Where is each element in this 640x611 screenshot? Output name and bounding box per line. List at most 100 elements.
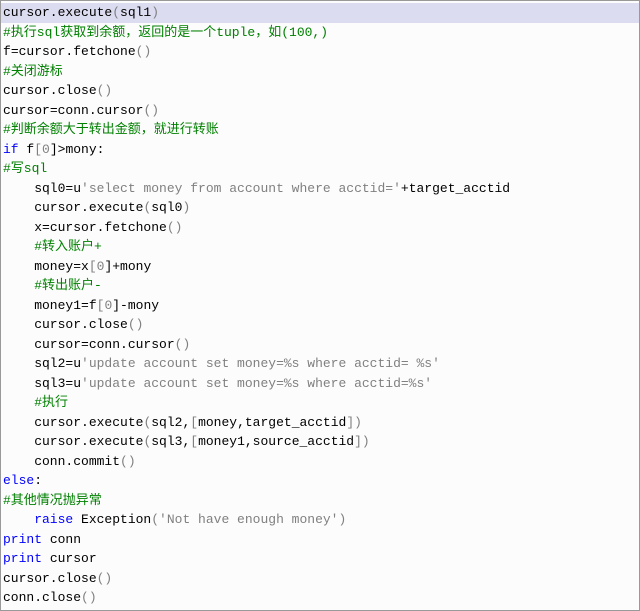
code-token: money1,source_acctid [198,434,354,449]
code-token: money1 [3,298,81,313]
code-line: cursor=conn.cursor() [1,335,639,355]
code-comment: #其他情况抛异常 [3,493,102,508]
code-token: () [81,590,97,605]
code-token: cursor.close [3,83,97,98]
code-token: conn.commit [3,454,120,469]
code-token: [ [89,259,97,274]
code-line: conn.close() [1,588,639,608]
code-token: money [3,259,73,274]
code-line: #关闭游标 [1,62,639,82]
code-token: cursor.execute [3,200,143,215]
code-comment: #转出账户- [3,278,102,293]
code-token: sql2, [151,415,190,430]
code-keyword: else [3,473,34,488]
code-line: else: [1,471,639,491]
code-comment: #判断余额大于转出金额，就进行转账 [3,122,219,137]
code-token: =f [81,298,97,313]
code-comment: #写sql [3,161,47,176]
code-token: Exception [81,512,151,527]
code-token: =cursor.fetchone [11,44,136,59]
code-comment: #执行sql获取到余额，返回的是一个tuple，如(100,) [3,25,328,40]
code-token: =conn.cursor [50,103,144,118]
code-line: money1=f[0]-mony [1,296,639,316]
code-line: sql0=u'select money from account where a… [1,179,639,199]
code-token: [ [190,434,198,449]
code-line: cursor.close() [1,569,639,589]
code-token: cursor.close [3,317,128,332]
code-token: sql1 [120,5,151,20]
code-token: =x [73,259,89,274]
code-line: #转出账户- [1,276,639,296]
code-token: () [97,571,113,586]
code-token: sql3, [151,434,190,449]
code-line: conn.commit() [1,452,639,472]
code-token: cursor.close [3,571,97,586]
code-comment: #转入账户+ [3,239,102,254]
code-string: 'update account set money=%s where accti… [81,376,432,391]
code-token: ( [112,5,120,20]
code-keyword: print [3,532,50,547]
code-token: ]>mony: [50,142,105,157]
code-token: ) [151,5,159,20]
code-comment: #关闭游标 [3,64,63,79]
code-token: sql0 [3,181,65,196]
code-token: +target_acctid [401,181,510,196]
code-token: conn [50,532,81,547]
code-line: sql3=u'update account set money=%s where… [1,374,639,394]
code-token: ]+mony [104,259,151,274]
code-token: cursor [3,103,50,118]
code-line: cursor.execute(sql1) [1,3,639,23]
code-token: () [128,317,144,332]
code-token: () [97,83,113,98]
code-token: 0 [42,142,50,157]
code-line: #写sql [1,159,639,179]
code-token: sql2 [3,356,65,371]
code-token: =u [65,376,81,391]
code-token: ) [338,512,346,527]
code-token: ) [182,200,190,215]
code-keyword: if [3,142,26,157]
code-token: conn.close [3,590,81,605]
code-token: =u [65,181,81,196]
code-token: cursor [50,551,97,566]
code-token: =conn.cursor [81,337,175,352]
code-token: () [167,220,183,235]
code-string: 'select money from account where acctid=… [81,181,401,196]
code-token: x [3,220,42,235]
code-token: cursor [3,337,81,352]
code-string: 'Not have enough money' [159,512,338,527]
code-line: #执行sql获取到余额，返回的是一个tuple，如(100,) [1,23,639,43]
code-line: #判断余额大于转出金额，就进行转账 [1,120,639,140]
code-token: f [3,44,11,59]
code-line: #其他情况抛异常 [1,491,639,511]
code-line: f=cursor.fetchone() [1,42,639,62]
code-line: raise Exception('Not have enough money') [1,510,639,530]
code-line: cursor.execute(sql3,[money1,source_accti… [1,432,639,452]
code-line: x=cursor.fetchone() [1,218,639,238]
code-token: ( [151,512,159,527]
code-token: money,target_acctid [198,415,346,430]
code-token: ]) [354,434,370,449]
code-line: cursor.execute(sql2,[money,target_acctid… [1,413,639,433]
code-token: () [120,454,136,469]
code-token: () [175,337,191,352]
code-token: ]-mony [112,298,159,313]
code-line: #转入账户+ [1,237,639,257]
code-line: cursor=conn.cursor() [1,101,639,121]
code-line: cursor.close() [1,315,639,335]
code-line: print conn [1,530,639,550]
code-token: cursor.execute [3,415,143,430]
code-keyword: print [3,551,50,566]
code-keyword: raise [3,512,81,527]
code-line: sql2=u'update account set money=%s where… [1,354,639,374]
code-token: cursor.execute [3,5,112,20]
code-comment: #执行 [3,395,68,410]
code-token: ]) [346,415,362,430]
code-line: cursor.close() [1,81,639,101]
code-token: [ [190,415,198,430]
code-token: sql3 [3,376,65,391]
code-token: : [34,473,42,488]
code-line: #执行 [1,393,639,413]
code-token: () [136,44,152,59]
code-token: [ [34,142,42,157]
